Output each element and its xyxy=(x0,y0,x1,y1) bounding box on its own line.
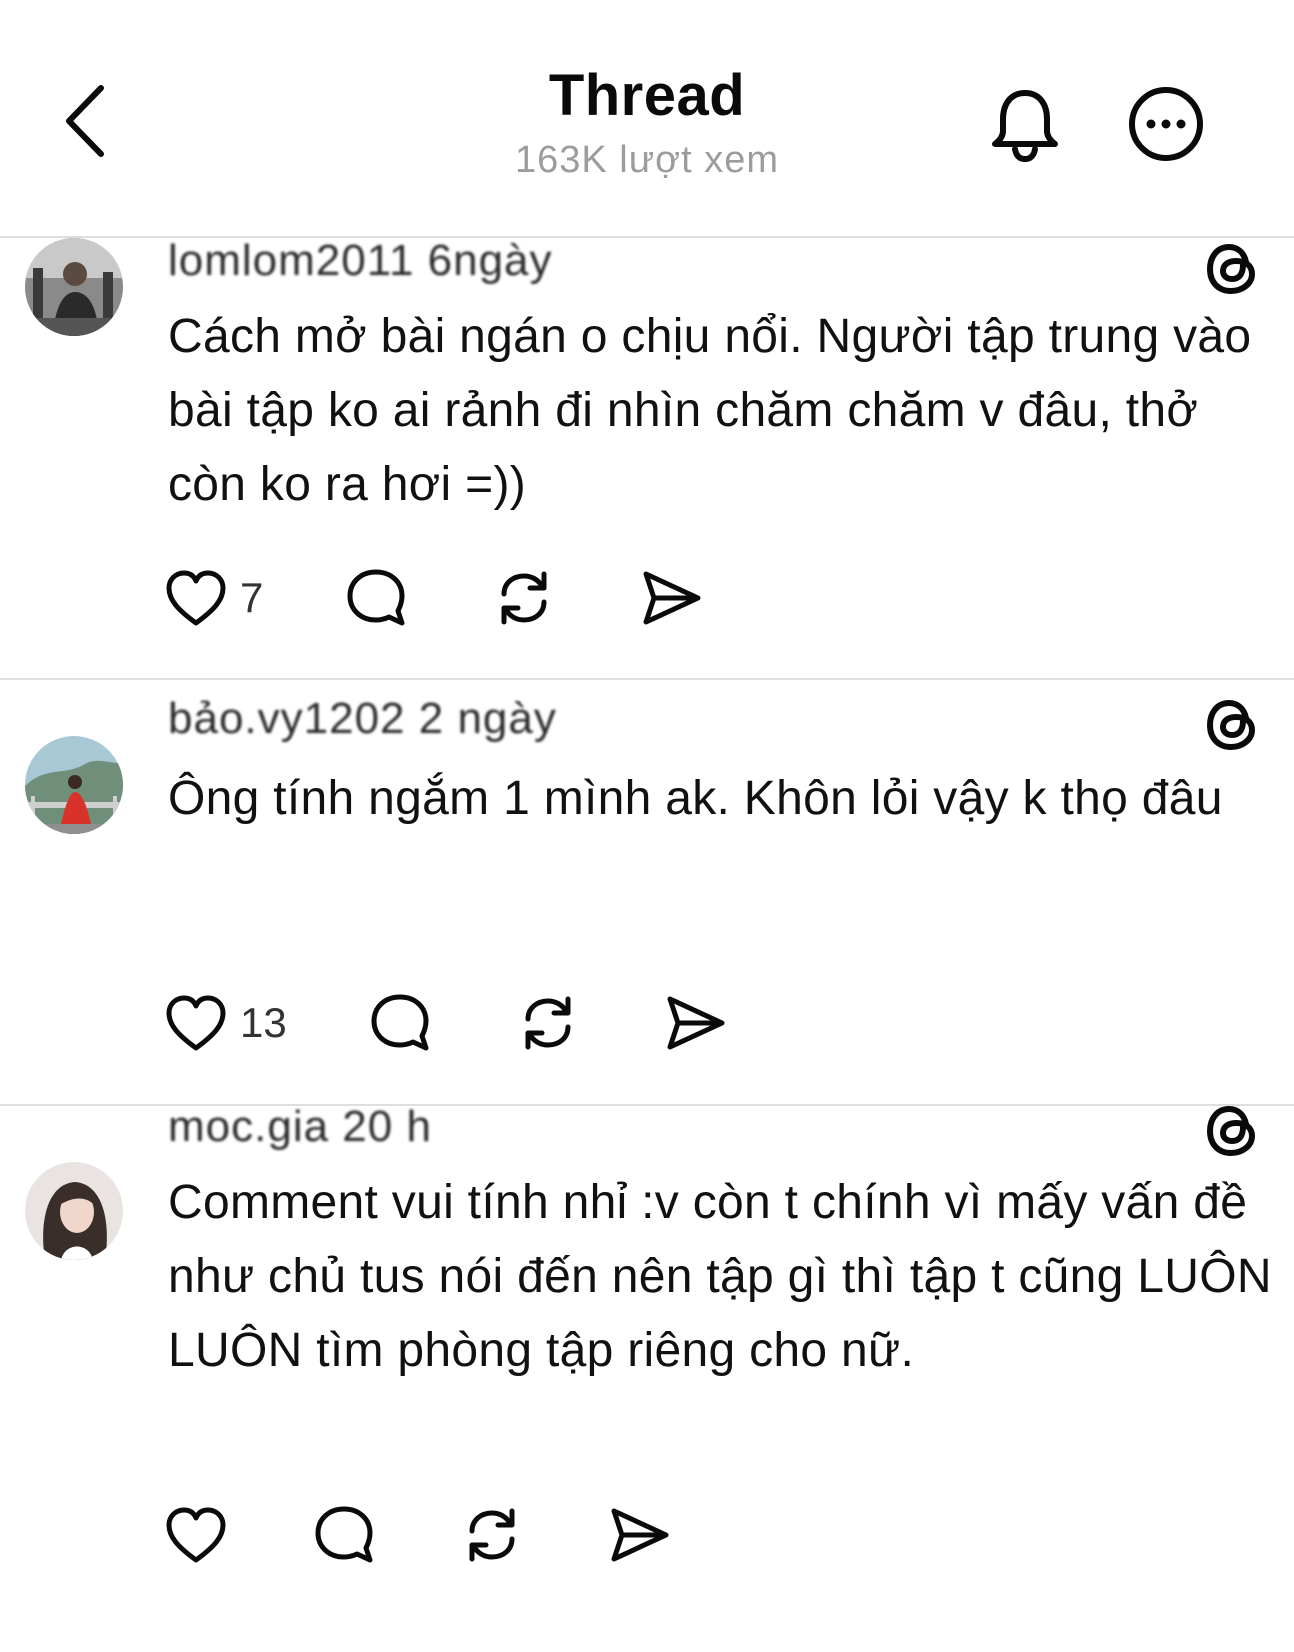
threads-logo-icon[interactable] xyxy=(1202,1100,1264,1162)
notifications-button[interactable] xyxy=(985,82,1065,168)
back-chevron-icon xyxy=(66,85,104,157)
header-title-group: Thread 163K lượt xem xyxy=(397,58,897,186)
reply-button[interactable] xyxy=(312,1503,460,1567)
comment-item: bảo.vy1202 2 ngày Ông tính ngắm 1 mình a… xyxy=(0,680,1294,1106)
repost-button[interactable] xyxy=(460,1503,608,1567)
reply-button[interactable] xyxy=(368,991,516,1055)
send-icon xyxy=(643,571,701,625)
comment-text: Comment vui tính nhỉ :v còn t chính vì m… xyxy=(168,1176,1272,1377)
comment-icon xyxy=(347,569,405,626)
repost-icon xyxy=(469,1508,515,1562)
repost-icon xyxy=(501,571,547,625)
username[interactable]: moc.gia 20 h xyxy=(168,1102,432,1152)
comment-item: moc.gia 20 h Comment vui tính nhỉ :v còn… xyxy=(0,1102,1294,1652)
view-count: 163K lượt xem xyxy=(514,139,779,181)
back-button[interactable] xyxy=(50,76,120,166)
page-title: Thread xyxy=(548,63,746,128)
comment-item: lomlom2011 6ngày Cách mở bài ngán o chịu… xyxy=(0,236,1294,680)
send-icon xyxy=(611,1508,669,1562)
thread-header: Thread 163K lượt xem xyxy=(0,0,1294,238)
like-count: 7 xyxy=(240,574,264,621)
username[interactable]: bảo.vy1202 2 ngày xyxy=(168,694,557,744)
like-button[interactable]: 7 xyxy=(164,568,344,628)
heart-icon xyxy=(166,995,226,1051)
share-button[interactable] xyxy=(608,1505,688,1565)
avatar[interactable] xyxy=(25,238,123,336)
more-options-button[interactable] xyxy=(1124,82,1208,166)
threads-logo-icon[interactable] xyxy=(1202,238,1264,300)
reply-button[interactable] xyxy=(344,566,492,630)
avatar[interactable] xyxy=(25,1162,123,1260)
comment-icon xyxy=(371,994,429,1051)
action-bar: 7 xyxy=(164,563,720,633)
threads-logo-icon[interactable] xyxy=(1202,694,1264,756)
repost-button[interactable] xyxy=(516,991,664,1055)
more-options-icon xyxy=(1129,87,1203,161)
username[interactable]: lomlom2011 6ngày xyxy=(168,236,553,286)
like-count: 13 xyxy=(240,999,287,1046)
avatar[interactable] xyxy=(25,736,123,834)
comment-text: Cách mở bài ngán o chịu nổi. Người tập t… xyxy=(168,310,1252,511)
repost-button[interactable] xyxy=(492,566,640,630)
share-button[interactable] xyxy=(664,993,744,1053)
share-button[interactable] xyxy=(640,568,720,628)
heart-icon xyxy=(166,1507,226,1563)
like-button[interactable] xyxy=(164,1505,312,1565)
action-bar: 13 xyxy=(164,988,744,1058)
like-button[interactable]: 13 xyxy=(164,993,368,1053)
repost-icon xyxy=(525,996,571,1050)
comment-text: Ông tính ngắm 1 mình ak. Khôn lỏi vậy k … xyxy=(168,772,1223,825)
send-icon xyxy=(667,996,725,1050)
action-bar xyxy=(164,1500,688,1570)
heart-icon xyxy=(166,570,226,626)
bell-icon xyxy=(992,90,1058,163)
comment-icon xyxy=(315,1506,373,1563)
